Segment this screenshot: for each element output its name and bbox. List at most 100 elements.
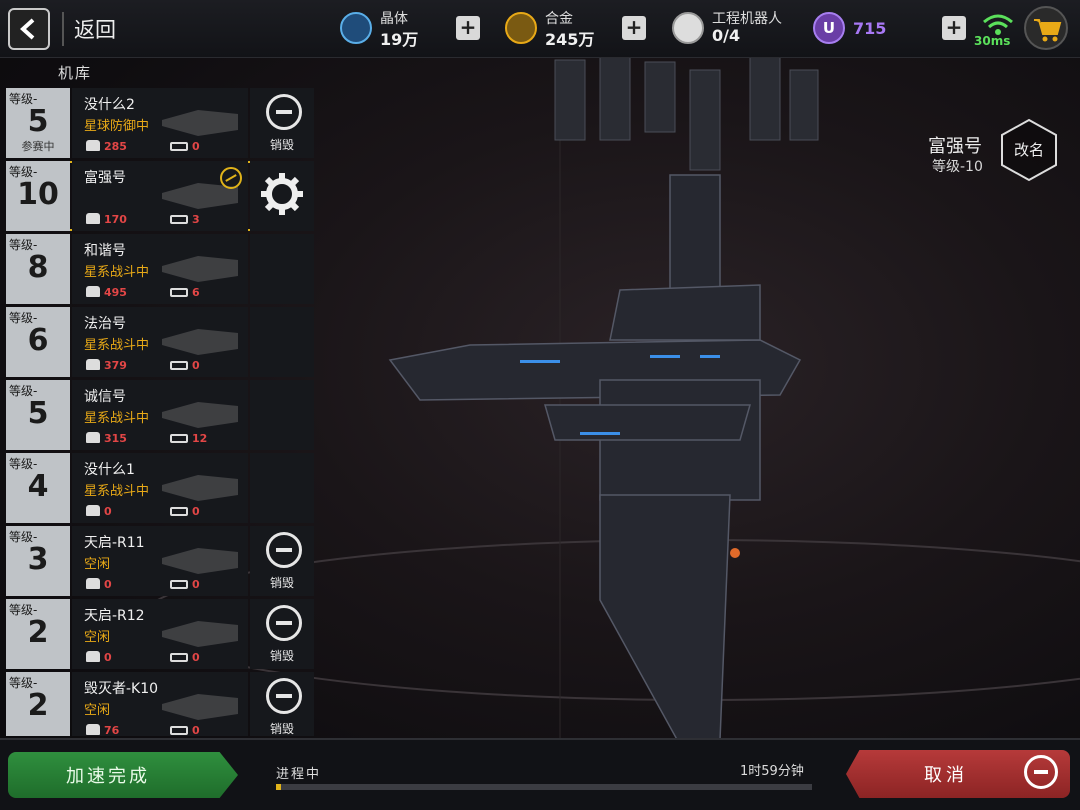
- ship-action[interactable]: 销毁: [250, 672, 314, 736]
- add-premium-button[interactable]: +: [942, 16, 966, 40]
- ship-level-box: 等级- 3: [6, 526, 70, 596]
- gun-icon: [170, 434, 188, 443]
- gun-icon: [170, 361, 188, 370]
- resource-name: 合金: [545, 11, 573, 27]
- rename-button[interactable]: 改名: [998, 117, 1060, 183]
- ship-info[interactable]: 毁灭者-K10 空闲 76 0: [72, 672, 248, 736]
- ship-row[interactable]: 等级- 5 诚信号 星系战斗中 315 12: [6, 380, 314, 450]
- ship-action: [250, 307, 314, 377]
- minus-circle-icon[interactable]: [1024, 755, 1058, 789]
- ship-row[interactable]: 等级- 6 法治号 星系战斗中 379 0: [6, 307, 314, 377]
- destroy-label[interactable]: 销毁: [250, 720, 314, 736]
- ship-level-box: 等级- 10: [6, 161, 70, 231]
- level-number: 6: [27, 323, 49, 358]
- ship-action: [250, 453, 314, 523]
- crew-value: 0: [104, 651, 112, 664]
- gun-icon: [170, 288, 188, 297]
- ship-level-box: 等级- 4: [6, 453, 70, 523]
- ship-row[interactable]: 等级- 3 天启-R11 空闲 0 0 销毁: [6, 526, 314, 596]
- ship-tag: 参赛中: [21, 140, 55, 153]
- gun-stat: 0: [170, 359, 200, 372]
- ship-info[interactable]: 没什么2 星球防御中 285 0: [72, 88, 248, 158]
- gear-icon[interactable]: [250, 161, 314, 231]
- ship-status: 星系战斗中: [84, 338, 150, 353]
- ship-name: 没什么2: [84, 97, 135, 113]
- ship-info[interactable]: 富强号 170 3: [72, 161, 248, 231]
- progress-time: 1时59分钟: [740, 764, 804, 779]
- gun-icon: [170, 653, 188, 662]
- ship-level-box: 等级- 6: [6, 307, 70, 377]
- level-number: 4: [27, 469, 49, 504]
- shop-cart-button[interactable]: [1024, 6, 1068, 50]
- gun-value: 0: [192, 724, 200, 736]
- ship-status: 空闲: [84, 703, 111, 718]
- ship-info[interactable]: 天启-R11 空闲 0 0: [72, 526, 248, 596]
- resource-value: 0/4: [712, 26, 741, 45]
- ship-action[interactable]: 销毁: [250, 526, 314, 596]
- chevron-left-icon: [20, 18, 35, 40]
- resource-name: 工程机器人: [712, 11, 782, 27]
- crew-stat: 495: [86, 286, 127, 299]
- gun-stat: 0: [170, 724, 200, 736]
- resource-value: 245万: [545, 30, 595, 49]
- destroy-label[interactable]: 销毁: [250, 136, 314, 153]
- minus-circle-icon[interactable]: [266, 678, 302, 714]
- add-crystal-button[interactable]: +: [456, 16, 480, 40]
- crew-stat: 0: [86, 578, 112, 591]
- ship-info[interactable]: 法治号 星系战斗中 379 0: [72, 307, 248, 377]
- crew-value: 0: [104, 578, 112, 591]
- gun-value: 0: [192, 578, 200, 591]
- premium-currency-icon: U: [813, 12, 845, 44]
- gun-stat: 0: [170, 505, 200, 518]
- gun-value: 0: [192, 140, 200, 153]
- ship-action[interactable]: [250, 161, 314, 231]
- crew-icon: [86, 578, 100, 589]
- minus-circle-icon[interactable]: [266, 94, 302, 130]
- ship-level-box: 等级- 8: [6, 234, 70, 304]
- ship-name: 和谐号: [84, 243, 126, 259]
- ship-action[interactable]: 销毁: [250, 599, 314, 669]
- back-label[interactable]: 返回: [74, 14, 116, 44]
- ship-row[interactable]: 等级- 4 没什么1 星系战斗中 0 0: [6, 453, 314, 523]
- gun-stat: 0: [170, 140, 200, 153]
- ship-row[interactable]: 等级- 2 毁灭者-K10 空闲 76 0 销毁: [6, 672, 314, 736]
- crew-icon: [86, 724, 100, 735]
- ship-name: 富强号: [84, 170, 126, 186]
- speed-up-button[interactable]: 加速完成: [8, 752, 238, 798]
- minus-circle-icon[interactable]: [266, 532, 302, 568]
- destroy-label[interactable]: 销毁: [250, 647, 314, 664]
- gun-stat: 3: [170, 213, 200, 226]
- resource-value: 19万: [380, 30, 419, 49]
- ship-info[interactable]: 诚信号 星系战斗中 315 12: [72, 380, 248, 450]
- minus-circle-icon[interactable]: [266, 605, 302, 641]
- ship-row[interactable]: 等级- 2 天启-R12 空闲 0 0 销毁: [6, 599, 314, 669]
- gun-icon: [170, 507, 188, 516]
- back-button[interactable]: [8, 8, 50, 50]
- ship-level-box: 等级- 5 参赛中: [6, 88, 70, 158]
- add-alloy-button[interactable]: +: [622, 16, 646, 40]
- crew-stat: 285: [86, 140, 127, 153]
- ship-status: 空闲: [84, 557, 111, 572]
- selected-ship-level: 等级-10: [932, 159, 983, 175]
- ship-row[interactable]: 等级- 10 富强号 170 3: [6, 161, 314, 231]
- hangar-list[interactable]: 等级- 5 参赛中 没什么2 星球防御中 285 0 销毁 等级- 10 富强号 170 3 等级- 8 和谐…: [6, 88, 314, 736]
- ship-name: 诚信号: [84, 389, 126, 405]
- progress-fill: [276, 784, 282, 790]
- gun-value: 3: [192, 213, 200, 226]
- destroy-label[interactable]: 销毁: [250, 574, 314, 591]
- crew-stat: 76: [86, 724, 119, 736]
- ship-info[interactable]: 和谐号 星系战斗中 495 6: [72, 234, 248, 304]
- ping-value: 30ms: [974, 34, 1011, 48]
- ship-row[interactable]: 等级- 5 参赛中 没什么2 星球防御中 285 0 销毁: [6, 88, 314, 158]
- top-bar: 返回 晶体 19万 + 合金 245万 + 工程机器人 0/4 U 715 + …: [0, 0, 1080, 58]
- gun-value: 6: [192, 286, 200, 299]
- level-number: 10: [17, 177, 59, 212]
- ship-info[interactable]: 天启-R12 空闲 0 0: [72, 599, 248, 669]
- crew-stat: 379: [86, 359, 127, 372]
- crew-stat: 170: [86, 213, 127, 226]
- ship-action[interactable]: 销毁: [250, 88, 314, 158]
- level-number: 8: [27, 250, 49, 285]
- ship-info[interactable]: 没什么1 星系战斗中 0 0: [72, 453, 248, 523]
- level-number: 3: [27, 542, 49, 577]
- ship-row[interactable]: 等级- 8 和谐号 星系战斗中 495 6: [6, 234, 314, 304]
